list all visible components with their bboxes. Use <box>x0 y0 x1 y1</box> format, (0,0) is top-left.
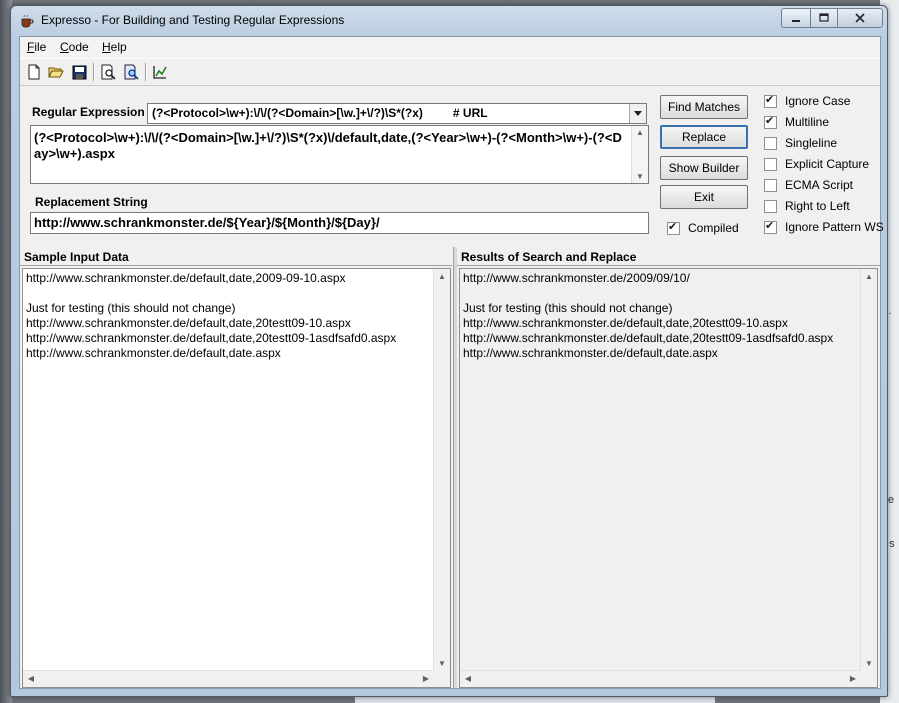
save-button[interactable] <box>69 62 89 82</box>
open-button[interactable] <box>46 62 66 82</box>
replacement-input[interactable]: http://www.schrankmonster.de/${Year}/${M… <box>30 212 649 234</box>
sample-input-header: Sample Input Data <box>20 247 452 266</box>
toolbar <box>20 58 880 86</box>
close-icon <box>855 13 865 23</box>
checkbox[interactable] <box>764 93 777 108</box>
horizontal-scrollbar[interactable]: ◀ ▶ <box>23 670 434 687</box>
sample-input-textarea[interactable]: http://www.schrankmonster.de/default,dat… <box>22 268 451 688</box>
chart-button[interactable] <box>150 62 170 82</box>
regex-scrollbar[interactable]: ▲ ▼ <box>631 126 648 183</box>
results-textarea[interactable]: http://www.schrankmonster.de/2009/09/10/… <box>459 268 878 688</box>
minimize-button[interactable] <box>781 8 811 28</box>
checkbox[interactable] <box>764 219 777 234</box>
vertical-scrollbar[interactable]: ▲ ▼ <box>433 269 450 671</box>
checkbox[interactable] <box>764 136 777 150</box>
checkbox[interactable] <box>764 157 777 171</box>
sample-input-pane: Sample Input Data http://www.schrankmons… <box>20 247 452 688</box>
scrollbar-corner <box>861 671 877 687</box>
expresso-window: Expresso - For Building and Testing Regu… <box>10 5 888 697</box>
menu-code[interactable]: Code <box>60 40 89 54</box>
option-ecma-script[interactable]: ECMA Script <box>764 177 853 193</box>
exit-button[interactable]: Exit <box>660 185 748 209</box>
new-file-icon <box>28 64 40 80</box>
scrollbar-corner <box>434 671 450 687</box>
scroll-down-icon[interactable]: ▼ <box>434 659 450 668</box>
maximize-icon <box>819 13 829 22</box>
toolbar-separator <box>145 63 147 81</box>
chart-tool-icon <box>153 66 167 79</box>
save-disk-icon <box>72 65 86 79</box>
results-header: Results of Search and Replace <box>457 247 880 266</box>
coffee-cup-icon <box>21 14 34 28</box>
horizontal-scrollbar[interactable]: ◀ ▶ <box>460 670 861 687</box>
checkbox[interactable] <box>764 178 777 192</box>
results-pane: Results of Search and Replace http://www… <box>457 247 880 688</box>
checkbox[interactable] <box>764 199 777 213</box>
replace-button[interactable]: Replace <box>660 125 748 149</box>
client-area: File Code Help Regular Expression (?<Pro… <box>19 36 884 689</box>
find-button[interactable] <box>121 62 141 82</box>
scroll-up-icon[interactable]: ▲ <box>861 272 877 281</box>
scroll-left-icon[interactable]: ◀ <box>460 674 476 683</box>
option-compiled[interactable]: Compiled <box>667 220 739 236</box>
combo-dropdown-button[interactable] <box>629 104 646 123</box>
option-multiline[interactable]: Multiline <box>764 114 829 130</box>
title-bar[interactable]: Expresso - For Building and Testing Regu… <box>11 6 887 36</box>
scroll-down-icon[interactable]: ▼ <box>632 172 648 181</box>
toolbar-separator <box>93 63 95 81</box>
scroll-up-icon[interactable]: ▲ <box>434 272 450 281</box>
scroll-right-icon[interactable]: ▶ <box>418 674 434 683</box>
vertical-scrollbar[interactable]: ▲ ▼ <box>860 269 877 671</box>
results-text: http://www.schrankmonster.de/2009/09/10/… <box>463 271 834 360</box>
show-builder-button[interactable]: Show Builder <box>660 156 748 180</box>
regex-label: Regular Expression <box>32 105 145 119</box>
option-ignore-case[interactable]: Ignore Case <box>764 93 850 109</box>
preview-button[interactable] <box>98 62 118 82</box>
find-matches-button[interactable]: Find Matches <box>660 95 748 119</box>
minimize-icon <box>792 20 800 22</box>
checkbox[interactable] <box>764 114 777 129</box>
option-singleline[interactable]: Singleline <box>764 135 837 151</box>
replacement-label: Replacement String <box>35 195 148 209</box>
maximize-button[interactable] <box>810 8 838 28</box>
regex-editor[interactable]: (?<Protocol>\w+):\/\/(?<Domain>[\w.]+\/?… <box>30 125 649 184</box>
scroll-right-icon[interactable]: ▶ <box>845 674 861 683</box>
new-button[interactable] <box>24 62 44 82</box>
regex-expression-text: (?<Protocol>\w+):\/\/(?<Domain>[\w.]+\/?… <box>34 130 622 161</box>
chevron-down-icon <box>634 111 642 116</box>
window-title: Expresso - For Building and Testing Regu… <box>41 13 345 27</box>
regex-combo-value: (?<Protocol>\w+):\/\/(?<Domain>[\w.]+\/?… <box>152 106 488 120</box>
replacement-value: http://www.schrankmonster.de/${Year}/${M… <box>34 215 380 230</box>
checkbox[interactable] <box>667 220 680 235</box>
menu-bar: File Code Help <box>20 37 880 57</box>
option-ignore-pattern-ws[interactable]: Ignore Pattern WS <box>764 219 884 235</box>
find-preview-icon <box>124 64 139 80</box>
regex-combo[interactable]: (?<Protocol>\w+):\/\/(?<Domain>[\w.]+\/?… <box>147 103 647 124</box>
print-preview-icon <box>101 64 116 80</box>
scroll-up-icon[interactable]: ▲ <box>632 128 648 137</box>
menu-help[interactable]: Help <box>102 40 127 54</box>
option-right-to-left[interactable]: Right to Left <box>764 198 850 214</box>
menu-file[interactable]: File <box>27 40 46 54</box>
option-explicit-capture[interactable]: Explicit Capture <box>764 156 869 172</box>
scroll-left-icon[interactable]: ◀ <box>23 674 39 683</box>
sample-input-text: http://www.schrankmonster.de/default,dat… <box>26 271 397 360</box>
scroll-down-icon[interactable]: ▼ <box>861 659 877 668</box>
close-button[interactable] <box>837 8 883 28</box>
open-folder-icon <box>48 67 64 78</box>
